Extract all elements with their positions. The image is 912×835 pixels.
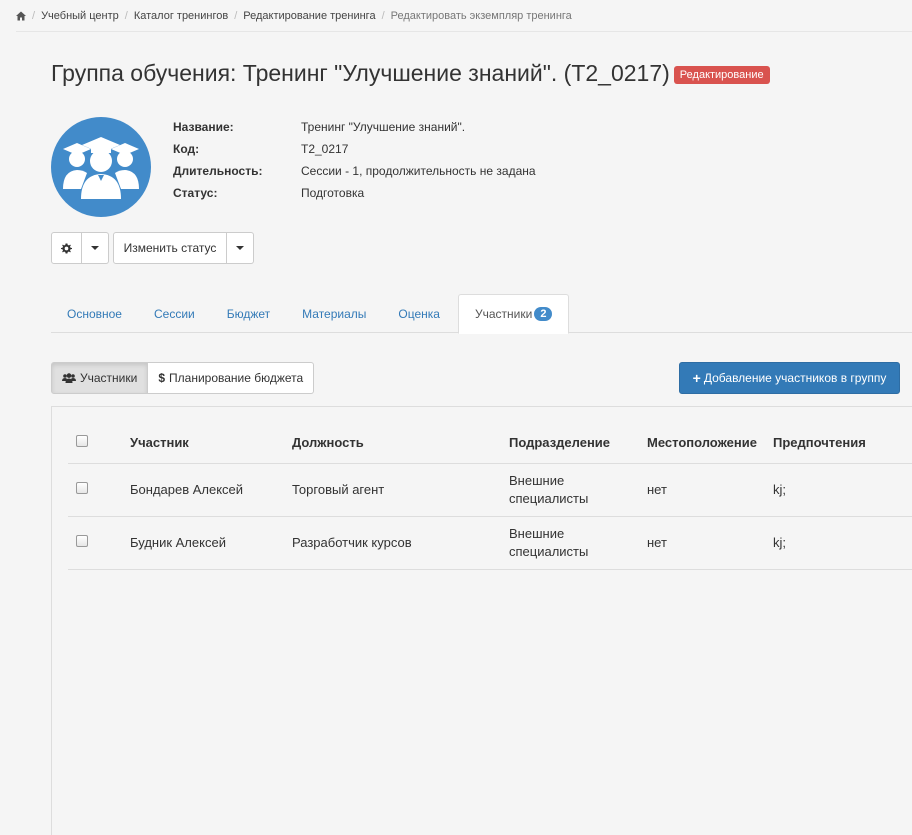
info-label: Название: <box>173 120 234 134</box>
participants-panel: Участник Должность Подразделение Местопо… <box>51 406 912 835</box>
info-label: Код: <box>173 142 200 156</box>
info-value: Подготовка <box>301 186 365 200</box>
preferences-cell: kj; <box>765 463 912 517</box>
row-select-cell <box>68 516 122 570</box>
column-header-department[interactable]: Подразделение <box>501 423 639 464</box>
participants-table: Участник Должность Подразделение Местопо… <box>68 423 912 570</box>
breadcrumb-item-current: Редактировать экземпляр тренинга <box>390 9 572 22</box>
location-cell: нет <box>639 516 765 570</box>
tab-participants-label: Участники <box>474 307 533 321</box>
table-row: Бондарев Алексей Торговый агент Внешние … <box>68 463 912 517</box>
department-cell: Внешние специалисты <box>501 516 639 570</box>
group-avatar <box>51 117 151 217</box>
status-badge: Редактирование <box>673 65 770 84</box>
tab-materials[interactable]: Материалы <box>286 294 382 333</box>
info-value: Тренинг "Улучшение знаний". <box>301 120 466 134</box>
settings-dropdown-toggle[interactable] <box>82 232 109 264</box>
add-participants-label: Добавление участников в группу <box>703 371 887 385</box>
row-checkbox[interactable] <box>76 534 88 547</box>
tab-bar: Основное Сессии Бюджет Материалы Оценка … <box>51 294 912 334</box>
users-icon <box>62 373 76 383</box>
breadcrumb-item-training-center[interactable]: Учебный центр <box>41 10 119 22</box>
gear-icon <box>61 242 72 254</box>
table-row: Будник Алексей Разработчик курсов Внешни… <box>68 516 912 570</box>
preferences-cell: kj; <box>765 516 912 570</box>
graduates-icon <box>63 137 139 199</box>
breadcrumb: / Учебный центр / Каталог тренингов / Ре… <box>16 0 912 32</box>
info-row-name: Название: Тренинг "Улучшение знаний". <box>173 116 536 138</box>
change-status-dropdown-toggle[interactable] <box>227 232 254 264</box>
position-cell: Торговый агент <box>284 463 501 517</box>
tab-sessions[interactable]: Сессии <box>138 294 211 333</box>
department-text: Внешние специалисты <box>509 525 589 559</box>
table-header-row: Участник Должность Подразделение Местопо… <box>68 423 912 464</box>
home-icon[interactable] <box>16 11 26 21</box>
page-title-text: Группа обучения: Тренинг "Улучшение знан… <box>51 60 670 86</box>
column-header-location[interactable]: Местоположение <box>639 423 765 464</box>
select-all-cell <box>68 423 122 464</box>
breadcrumb-item-catalog[interactable]: Каталог тренингов <box>134 10 228 22</box>
select-all-checkbox[interactable] <box>76 435 88 448</box>
dollar-icon: $ <box>158 371 166 385</box>
row-select-cell <box>68 463 122 517</box>
location-cell: нет <box>639 463 765 517</box>
column-header-participant[interactable]: Участник <box>122 423 284 464</box>
participant-cell: Будник Алексей <box>122 516 284 570</box>
participant-cell: Бондарев Алексей <box>122 463 284 517</box>
info-label: Длительность: <box>173 164 263 178</box>
tab-budget[interactable]: Бюджет <box>211 294 286 333</box>
tab-participants[interactable]: Участники 2 <box>457 294 570 334</box>
budget-planning-label: Планирование бюджета <box>169 371 304 385</box>
row-checkbox[interactable] <box>76 481 88 494</box>
settings-button[interactable] <box>51 232 82 264</box>
position-cell: Разработчик курсов <box>284 516 501 570</box>
add-participants-button[interactable]: + Добавление участников в группу <box>679 362 900 394</box>
info-row-code: Код: T2_0217 <box>173 138 536 160</box>
info-value: T2_0217 <box>301 142 349 156</box>
training-info: Название: Тренинг "Улучшение знаний". Ко… <box>173 116 536 204</box>
caret-down-icon <box>91 246 99 250</box>
participants-count-badge: 2 <box>534 307 553 321</box>
change-status-button[interactable]: Изменить статус <box>113 232 227 264</box>
breadcrumb-item-edit-training[interactable]: Редактирование тренинга <box>243 10 375 22</box>
action-toolbar: Изменить статус <box>51 232 254 264</box>
participants-view-button[interactable]: Участники <box>51 362 149 394</box>
subnav: Участники $ Планирование бюджета <box>51 362 315 394</box>
tab-evaluation[interactable]: Оценка <box>382 294 456 333</box>
department-text: Внешние специалисты <box>509 472 589 506</box>
info-label: Статус: <box>173 186 218 200</box>
tab-main[interactable]: Основное <box>51 294 138 333</box>
info-row-status: Статус: Подготовка <box>173 182 536 204</box>
participants-view-label: Участники <box>80 371 138 385</box>
department-cell: Внешние специалисты <box>501 463 639 517</box>
budget-planning-button[interactable]: $ Планирование бюджета <box>148 362 315 394</box>
column-header-preferences[interactable]: Предпочтения <box>765 423 912 464</box>
plus-icon: + <box>692 370 701 386</box>
column-header-position[interactable]: Должность <box>284 423 501 464</box>
page-title: Группа обучения: Тренинг "Улучшение знан… <box>51 60 770 87</box>
info-row-duration: Длительность: Сессии - 1, продолжительно… <box>173 160 536 182</box>
caret-down-icon <box>236 246 244 250</box>
info-value: Сессии - 1, продолжительность не задана <box>301 164 536 178</box>
